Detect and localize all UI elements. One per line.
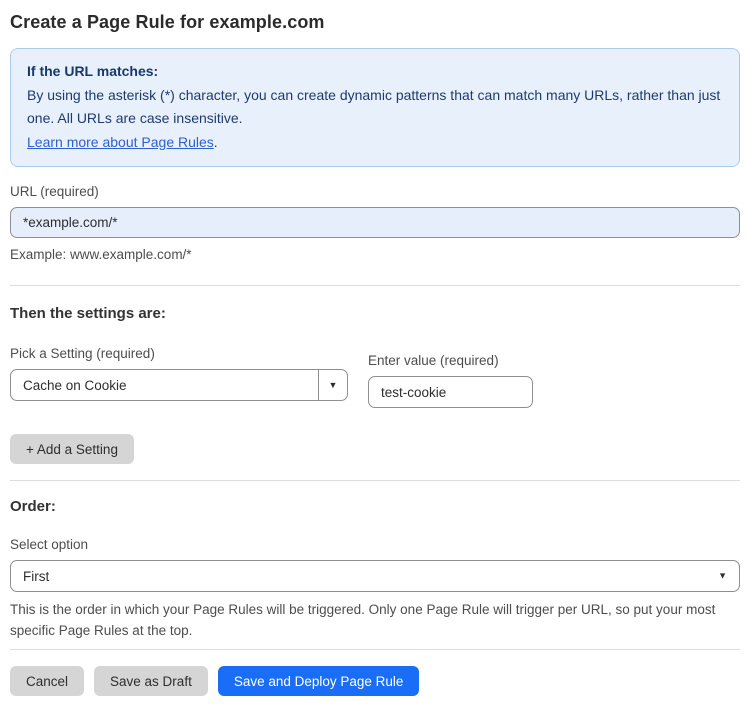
cancel-button[interactable]: Cancel (10, 666, 85, 696)
chevron-down-icon: ▼ (718, 570, 727, 581)
url-match-info-box: If the URL matches: By using the asteris… (10, 48, 740, 167)
order-select-label: Select option (10, 537, 89, 552)
setting-select-arrow-button[interactable]: ▼ (318, 370, 347, 400)
link-suffix-period: . (213, 134, 218, 150)
add-setting-button[interactable]: + Add a Setting (10, 434, 134, 464)
setting-picker-column: Pick a Setting (required) Cache on Cooki… (10, 345, 348, 401)
divider (10, 649, 740, 650)
settings-row: Pick a Setting (required) Cache on Cooki… (10, 345, 740, 408)
url-example-helper: Example: www.example.com/* (10, 247, 192, 262)
order-select-value: First (23, 568, 50, 584)
save-as-draft-button[interactable]: Save as Draft (94, 666, 208, 696)
setting-select[interactable]: Cache on Cookie ▼ (10, 369, 348, 401)
settings-section-heading: Then the settings are: (10, 305, 166, 322)
setting-select-value: Cache on Cookie (23, 377, 127, 393)
divider (10, 480, 740, 481)
order-helper-text: This is the order in which your Page Rul… (10, 602, 716, 638)
info-box-body: By using the asterisk (*) character, you… (27, 87, 721, 126)
url-field-label: URL (required) (10, 184, 99, 199)
enter-value-label: Enter value (required) (368, 353, 499, 368)
footer-actions: Cancel Save as Draft Save and Deploy Pag… (10, 666, 740, 696)
save-and-deploy-button[interactable]: Save and Deploy Page Rule (217, 666, 420, 696)
info-box-heading: If the URL matches: (27, 63, 159, 79)
page-title: Create a Page Rule for example.com (10, 12, 325, 32)
divider (10, 285, 740, 286)
info-box-link-line: Learn more about Page Rules. (27, 131, 723, 154)
order-section-heading: Order: (10, 498, 56, 515)
url-input[interactable] (10, 207, 740, 238)
setting-value-input[interactable] (368, 376, 533, 408)
setting-value-column: Enter value (required) (368, 352, 533, 408)
setting-picker-label: Pick a Setting (required) (10, 346, 155, 361)
chevron-down-icon: ▼ (328, 379, 338, 390)
learn-more-link[interactable]: Learn more about Page Rules (27, 134, 214, 150)
order-select[interactable]: First ▼ (10, 560, 740, 592)
